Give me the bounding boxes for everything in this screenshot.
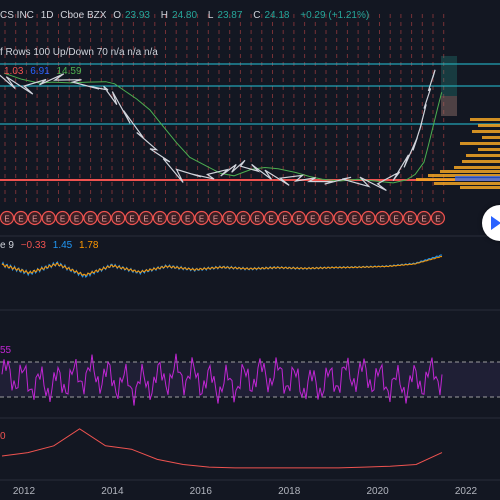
moving-average-line: [3, 72, 443, 184]
earnings-marker-label: E: [171, 215, 176, 224]
earnings-marker-label: E: [421, 215, 426, 224]
earnings-marker-label: E: [268, 215, 273, 224]
earnings-marker-label: E: [324, 215, 329, 224]
earnings-marker-label: E: [102, 215, 107, 224]
time-axis-label: 2022: [455, 486, 478, 497]
earnings-marker-label: E: [310, 215, 315, 224]
macd-legend[interactable]: e 9 −0.33 1.45 1.78: [0, 240, 103, 252]
earnings-marker-label: E: [227, 215, 232, 224]
time-axis-label: 2012: [13, 486, 36, 497]
secondary-pane: [1, 428, 443, 469]
time-axis-label: 2014: [101, 486, 124, 497]
symbol-name: CS INC: [0, 10, 34, 21]
earnings-marker-label: E: [435, 215, 440, 224]
earnings-marker-label: E: [88, 215, 93, 224]
earnings-marker-label: E: [185, 215, 190, 224]
earnings-marker-label: E: [18, 215, 23, 224]
earnings-marker-label: E: [46, 215, 51, 224]
macd-line: [1, 254, 443, 278]
earnings-marker-label: E: [32, 215, 37, 224]
position-box-down: [441, 96, 457, 116]
earnings-marker-label: E: [366, 215, 371, 224]
earnings-marker-label: E: [74, 215, 79, 224]
secondary-line: [1, 428, 443, 469]
earnings-marker-label: E: [4, 215, 9, 224]
volume-profile-bar: [482, 136, 500, 139]
earnings-marker-label: E: [213, 215, 218, 224]
earnings-marker-label: E: [296, 215, 301, 224]
volume-profile-bar: [460, 142, 500, 145]
earnings-marker-label: E: [407, 215, 412, 224]
volume-profile-bar: [462, 160, 500, 163]
volume-profile-bar: [454, 166, 500, 169]
earnings-marker-label: E: [241, 215, 246, 224]
time-axis-label: 2020: [366, 486, 389, 497]
rsi-pane: [0, 353, 500, 406]
earnings-marker-label: E: [60, 215, 65, 224]
earnings-marker-label: E: [255, 215, 260, 224]
earnings-marker-label: E: [143, 215, 148, 224]
signal-line: [1, 255, 443, 277]
interval[interactable]: 1D: [41, 10, 54, 21]
change-value: +0.29 (+1.21%): [300, 10, 370, 21]
symbol-legend: CS INC 1D Cboe BZX O 23.93 H 24.80 L 23.87 …: [0, 10, 373, 22]
earnings-marker-label: E: [282, 215, 287, 224]
volume-profile-bar: [478, 148, 500, 151]
earnings-row: EEEEEEEEEEEEEEEEEEEEEEEEEEEEEEEE: [0, 210, 445, 226]
high-value: H 24.80: [160, 10, 198, 21]
earnings-marker-label: E: [338, 215, 343, 224]
exchange: Cboe BZX: [60, 10, 107, 21]
chevron-right-icon: [491, 216, 500, 230]
volume-profile-bar: [440, 170, 500, 173]
earnings-marker-label: E: [129, 215, 134, 224]
time-axis-label: 2018: [278, 486, 301, 497]
earnings-marker-label: E: [199, 215, 204, 224]
volume-profile-bar: [472, 130, 500, 133]
macd-pane: [1, 254, 443, 278]
low-value: L 23.87: [207, 10, 243, 21]
volume-profile-bar: [470, 118, 500, 121]
price-line: [0, 69, 436, 192]
volume-profile: [416, 118, 500, 189]
time-axis: 2012 2014 2016 2018 2020 2022: [13, 486, 478, 497]
volume-profile-bar: [434, 182, 500, 185]
earnings-marker-label: E: [157, 215, 162, 224]
time-axis-label: 2016: [190, 486, 213, 497]
moving-average-legend[interactable]: 1.03 6.91 14.59: [4, 66, 86, 78]
stock-chart[interactable]: EEEEEEEEEEEEEEEEEEEEEEEEEEEEEEEE 2012 201…: [0, 0, 500, 500]
volume-profile-bar: [460, 186, 500, 189]
earnings-marker-label: E: [394, 215, 399, 224]
volume-profile-bar: [478, 124, 500, 127]
open-value: O 23.93: [113, 10, 150, 21]
earnings-marker-label: E: [352, 215, 357, 224]
rsi-legend[interactable]: 55: [0, 345, 11, 357]
secondary-legend[interactable]: 0: [0, 431, 6, 443]
volume-profile-poc: [455, 176, 500, 181]
earnings-marker-label: E: [380, 215, 385, 224]
earnings-marker-label: E: [116, 215, 121, 224]
close-value: C 24.18: [253, 10, 290, 21]
volume-profile-bar: [466, 154, 500, 157]
volume-profile-legend[interactable]: f Rows 100 Up/Down 70 n/a n/a n/a: [0, 47, 158, 59]
